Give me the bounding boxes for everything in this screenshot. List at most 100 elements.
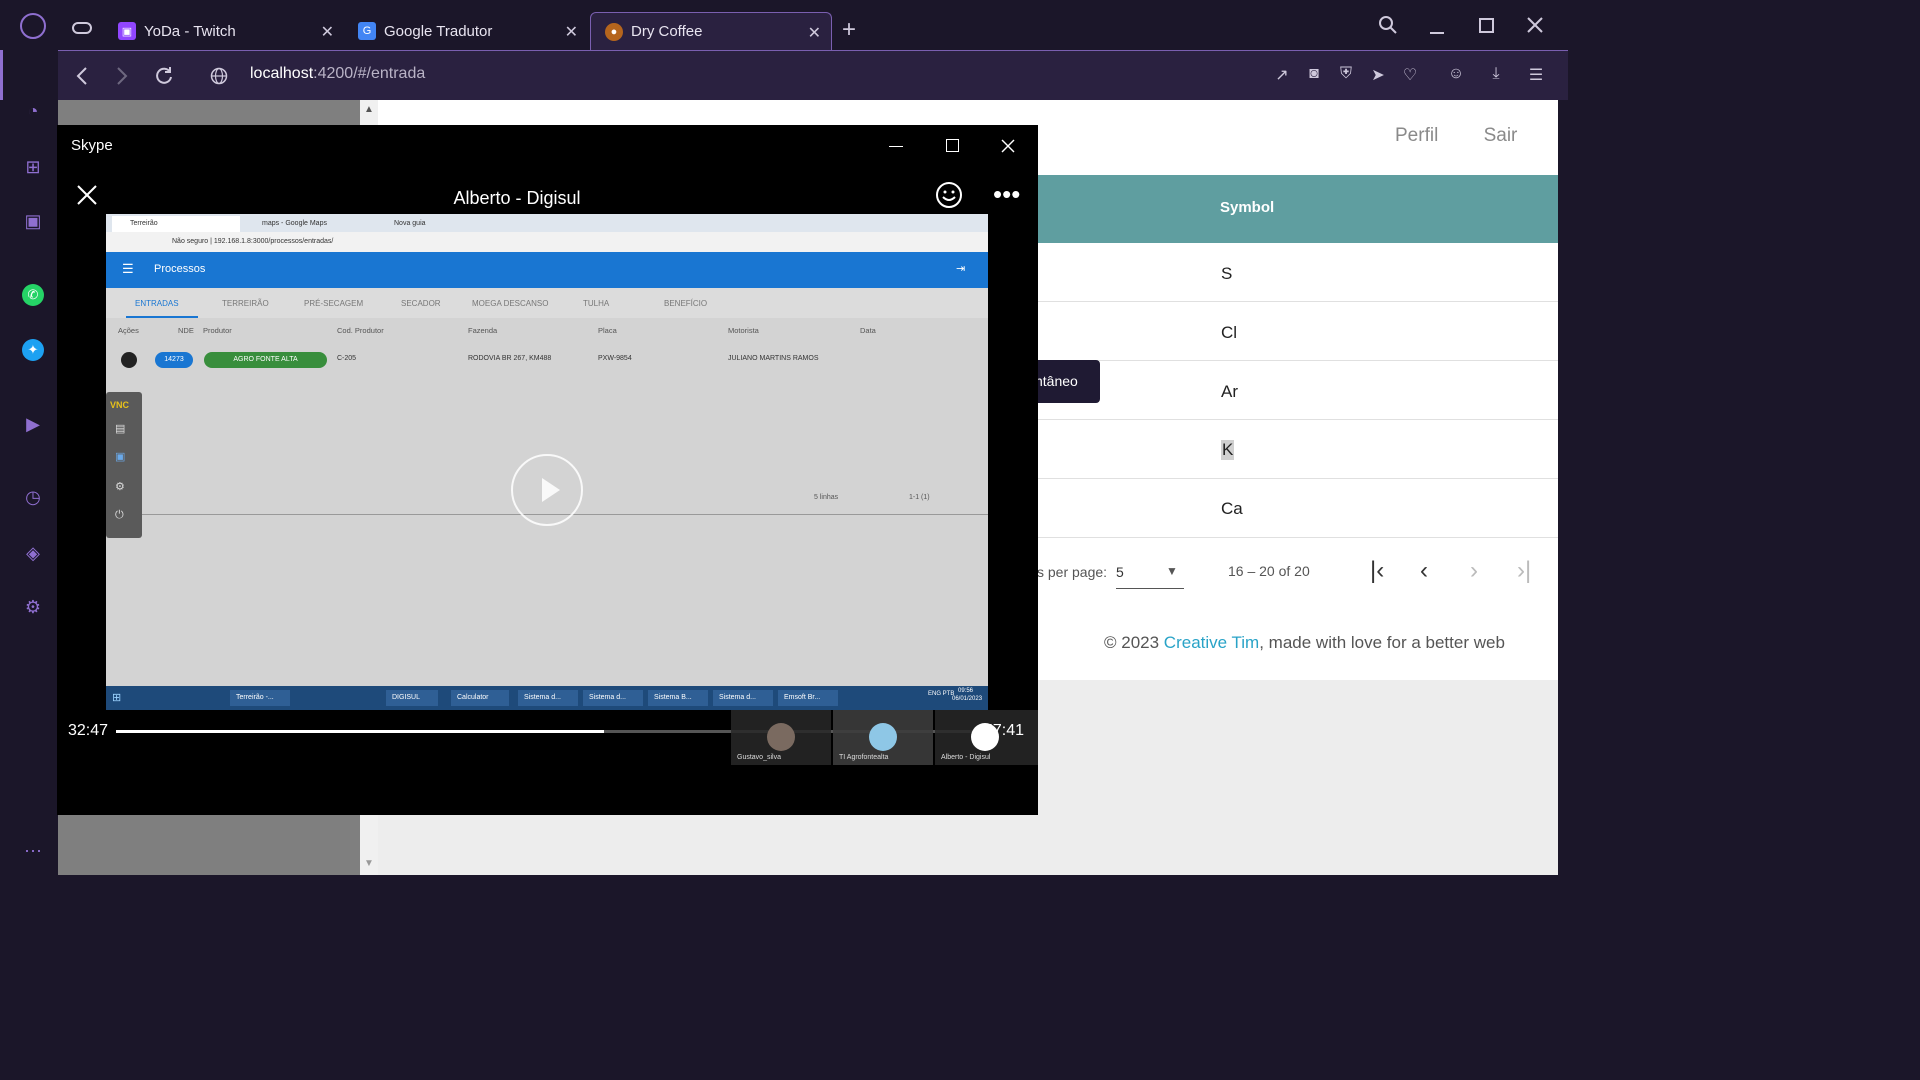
column-header-symbol: Symbol [1220, 199, 1275, 216]
address-bar: localhost:4200/#/entrada ↗ ◙ ⛨ ➤ ♡ ☺ ⤓ ☰ [58, 50, 1568, 100]
more-icon[interactable]: ⋯ [22, 840, 44, 862]
twitch-sidebar-icon[interactable]: ▣ [22, 210, 44, 232]
last-page-icon[interactable]: ›| [1517, 557, 1531, 585]
shared-nav-tab: ENTRADAS [135, 299, 179, 308]
row-divider [1037, 301, 1558, 302]
total-time: 57:41 [984, 722, 1025, 739]
whatsapp-icon[interactable]: ✆ [22, 284, 44, 306]
download-icon[interactable]: ⤓ [1486, 65, 1506, 85]
adblock-icon[interactable]: ⛨ [1336, 65, 1356, 85]
shared-nav-tab: BENEFÍCIO [664, 299, 708, 308]
camera-icon[interactable]: ◙ [1304, 65, 1324, 85]
maximize-icon[interactable] [946, 139, 959, 152]
close-window-icon[interactable] [1001, 139, 1015, 153]
profile-link[interactable]: Perfil [1395, 125, 1438, 146]
top-nav: Perfil Sair [1395, 125, 1517, 147]
task-item: Calculator [451, 690, 509, 706]
logout-link[interactable]: Sair [1484, 125, 1518, 146]
close-icon[interactable]: ✕ [565, 22, 578, 42]
shared-col-header: NDE [178, 326, 194, 335]
window-title: Skype [71, 137, 113, 154]
close-icon[interactable]: ✕ [321, 22, 334, 42]
easy-setup-icon[interactable]: ☰ [1526, 65, 1546, 85]
next-page-icon[interactable]: › [1470, 557, 1478, 585]
speed-dial-icon[interactable]: ◔ [22, 100, 44, 122]
vnc-toolbar: VNC ▤ ▣ ⚙ ⏻ [106, 392, 142, 538]
page-size-select[interactable]: 5 ▼ [1116, 561, 1184, 589]
gamepad-icon[interactable] [72, 22, 92, 34]
participant-tile[interactable]: TI Agrofontealta [833, 710, 933, 765]
minimize-icon[interactable] [889, 146, 903, 147]
forward-icon[interactable] [116, 67, 128, 85]
chevron-down-icon: ▼ [1166, 564, 1178, 578]
shared-url: Não seguro | 192.168.1.8:3000/processos/… [172, 238, 334, 245]
twitter-icon[interactable]: ✦ [22, 339, 44, 361]
heart-icon[interactable]: ♡ [1400, 65, 1420, 85]
task-item: DIGISUL [386, 690, 438, 706]
task-item: Sistema d... [583, 690, 643, 706]
footer-tagline: , made with love for a better web [1259, 633, 1505, 652]
reload-icon[interactable] [154, 66, 174, 86]
previous-page-icon[interactable]: ‹ [1420, 557, 1428, 585]
browser-tab-bar: ▣ YoDa - Twitch ✕ G Google Tradutor ✕ ● … [0, 0, 1568, 50]
tab-dry-coffee[interactable]: ● Dry Coffee ✕ [590, 12, 832, 50]
tab-google-translate[interactable]: G Google Tradutor ✕ [344, 12, 588, 50]
player-icon[interactable]: ▶ [22, 413, 44, 435]
extensions-icon[interactable]: ⊞ [22, 156, 44, 178]
close-window-icon[interactable] [1527, 17, 1543, 33]
minimize-icon[interactable] [1430, 32, 1444, 34]
table-cell-symbol: Cl [1221, 323, 1238, 342]
maximize-icon[interactable] [1479, 18, 1494, 33]
tooltip-text: ntâneo [1035, 373, 1078, 389]
tab-label: YoDa - Twitch [144, 22, 236, 40]
close-icon[interactable]: ✕ [808, 23, 821, 43]
items-per-page-label: s per page: [1037, 564, 1108, 580]
emoji-icon[interactable] [935, 181, 963, 209]
scroll-down-icon[interactable]: ▼ [364, 858, 374, 869]
task-item: Terreirão -... [230, 690, 290, 706]
tab-label: Dry Coffee [631, 23, 703, 40]
participant-name: TI Agrofontealta [839, 754, 889, 761]
creative-tim-link[interactable]: Creative Tim [1164, 633, 1259, 652]
url-field[interactable]: localhost:4200/#/entrada [250, 65, 425, 83]
history-icon[interactable]: ◷ [22, 486, 44, 508]
search-icon[interactable] [1378, 15, 1398, 35]
table-header: Symbol [1037, 175, 1558, 243]
cube-icon[interactable]: ◈ [22, 542, 44, 564]
call-title: Alberto - Digisul [453, 188, 581, 208]
url-host: localhost [250, 65, 314, 82]
new-tab-button[interactable]: + [842, 16, 856, 44]
settings-icon[interactable]: ⚙ [22, 596, 44, 618]
row-divider [1037, 419, 1558, 420]
send-icon[interactable]: ➤ [1368, 65, 1388, 85]
table-cell-symbol: S [1221, 264, 1233, 283]
table-cell-symbol: K [1221, 440, 1235, 460]
shared-col-header: Motorista [728, 326, 759, 335]
participant-name: Alberto - Digisul [941, 754, 991, 761]
share-icon[interactable]: ↗ [1272, 65, 1292, 85]
row-divider [1037, 537, 1558, 538]
globe-icon[interactable] [210, 67, 228, 85]
participant-tile[interactable]: Gustavo_silva [731, 710, 831, 765]
scroll-up-icon[interactable]: ▲ [364, 104, 374, 115]
shared-col-header: Data [860, 326, 876, 335]
shared-nav-tabs: ENTRADAS TERREIRÃO PRÉ-SECAGEM SECADOR M… [106, 288, 988, 318]
tab-twitch[interactable]: ▣ YoDa - Twitch ✕ [104, 12, 344, 50]
skype-window: Skype Alberto - Digisul ••• Terreirão ma… [57, 125, 1038, 815]
shared-tab: maps - Google Maps [262, 220, 327, 227]
back-icon[interactable] [76, 67, 88, 85]
shared-cell: PXW-9854 [598, 355, 632, 362]
shared-taskbar: ⊞ Terreirão -... DIGISUL Calculator Sist… [106, 686, 988, 710]
url-path: :4200/#/entrada [313, 65, 426, 82]
shared-nav-tab: MOEGA DESCANSO [472, 299, 549, 308]
shared-address-bar: Não seguro | 192.168.1.8:3000/processos/… [106, 232, 988, 252]
shared-nav-tab: TERREIRÃO [222, 299, 269, 308]
shared-app-title: Processos [154, 263, 206, 275]
opera-logo-icon[interactable] [20, 13, 46, 39]
profile-icon[interactable]: ☺ [1446, 65, 1466, 85]
tray-date: 06/01/2023 [952, 696, 983, 702]
browser-sidebar: ◔ ⊞ ▣ ✆ ✦ ▶ ◷ ◈ ⚙ ⋯ [0, 50, 58, 882]
shared-col-header: Fazenda [468, 326, 498, 335]
first-page-icon[interactable]: |‹ [1370, 557, 1384, 585]
more-options-icon[interactable]: ••• [993, 179, 1020, 210]
